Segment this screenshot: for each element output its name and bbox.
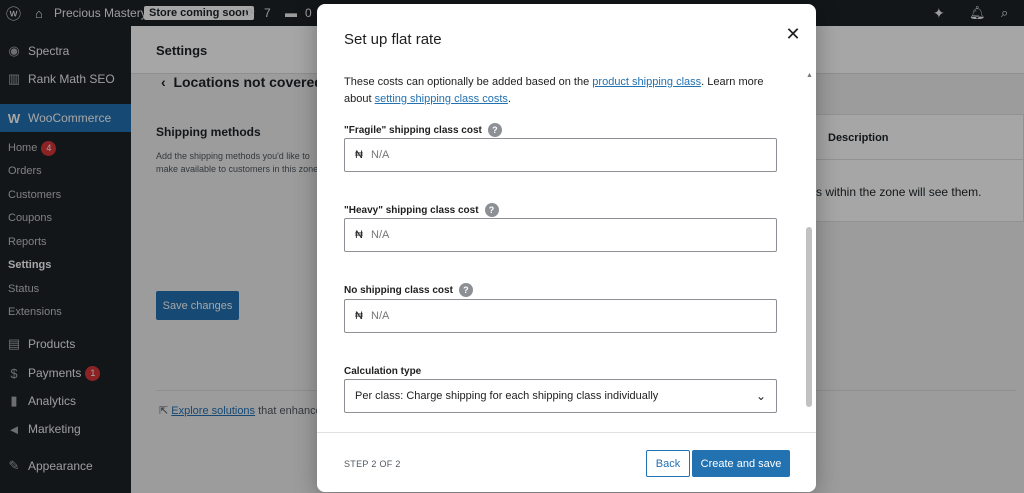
no-class-cost-input[interactable]: ₦ N/A	[344, 299, 777, 333]
field-label-text: No shipping class cost	[344, 284, 453, 296]
modal-footer: STEP 2 OF 2 Back Create and save	[317, 432, 816, 492]
calculation-type-label: Calculation type	[344, 366, 421, 377]
step-indicator: STEP 2 OF 2	[344, 459, 401, 469]
scroll-up-arrow-icon[interactable]: ▲	[806, 72, 813, 79]
scrollbar-thumb[interactable]	[806, 227, 812, 407]
field-label-text: "Fragile" shipping class cost	[344, 124, 482, 136]
intro-text-3: .	[507, 93, 511, 105]
setting-shipping-class-costs-link[interactable]: setting shipping class costs	[375, 93, 508, 105]
fragile-cost-input[interactable]: ₦ N/A	[344, 138, 777, 172]
field-label-text: "Heavy" shipping class cost	[344, 204, 479, 216]
help-icon[interactable]: ?	[458, 283, 473, 297]
currency-symbol: ₦	[355, 149, 363, 161]
flat-rate-modal: Set up flat rate ✕ These costs can optio…	[317, 4, 816, 492]
modal-body: These costs can optionally be added base…	[317, 64, 816, 431]
product-shipping-class-link[interactable]: product shipping class	[592, 76, 701, 88]
help-icon[interactable]: ?	[484, 203, 499, 217]
back-button[interactable]: Back	[646, 450, 690, 477]
select-value: Per class: Charge shipping for each ship…	[355, 390, 659, 402]
heavy-cost-input[interactable]: ₦ N/A	[344, 218, 777, 252]
close-icon[interactable]: ✕	[783, 24, 803, 44]
heavy-cost-label: "Heavy" shipping class cost ?	[344, 203, 499, 217]
input-placeholder: N/A	[371, 229, 390, 241]
fragile-cost-label: "Fragile" shipping class cost ?	[344, 123, 502, 137]
modal-title: Set up flat rate	[344, 31, 442, 48]
no-class-cost-label: No shipping class cost ?	[344, 283, 473, 297]
create-and-save-button[interactable]: Create and save	[692, 450, 790, 477]
input-placeholder: N/A	[371, 149, 390, 161]
help-icon[interactable]: ?	[487, 123, 502, 137]
field-label-text: Calculation type	[344, 366, 422, 377]
modal-scrollbar[interactable]: ▲	[804, 72, 814, 436]
currency-symbol: ₦	[355, 310, 363, 322]
input-placeholder: N/A	[371, 310, 390, 322]
currency-symbol: ₦	[355, 229, 363, 241]
chevron-down-icon: ⌄	[755, 389, 766, 403]
calculation-type-select[interactable]: Per class: Charge shipping for each ship…	[344, 379, 777, 413]
modal-intro-text: These costs can optionally be added base…	[344, 74, 774, 108]
intro-text-1: These costs can optionally be added base…	[344, 76, 590, 88]
